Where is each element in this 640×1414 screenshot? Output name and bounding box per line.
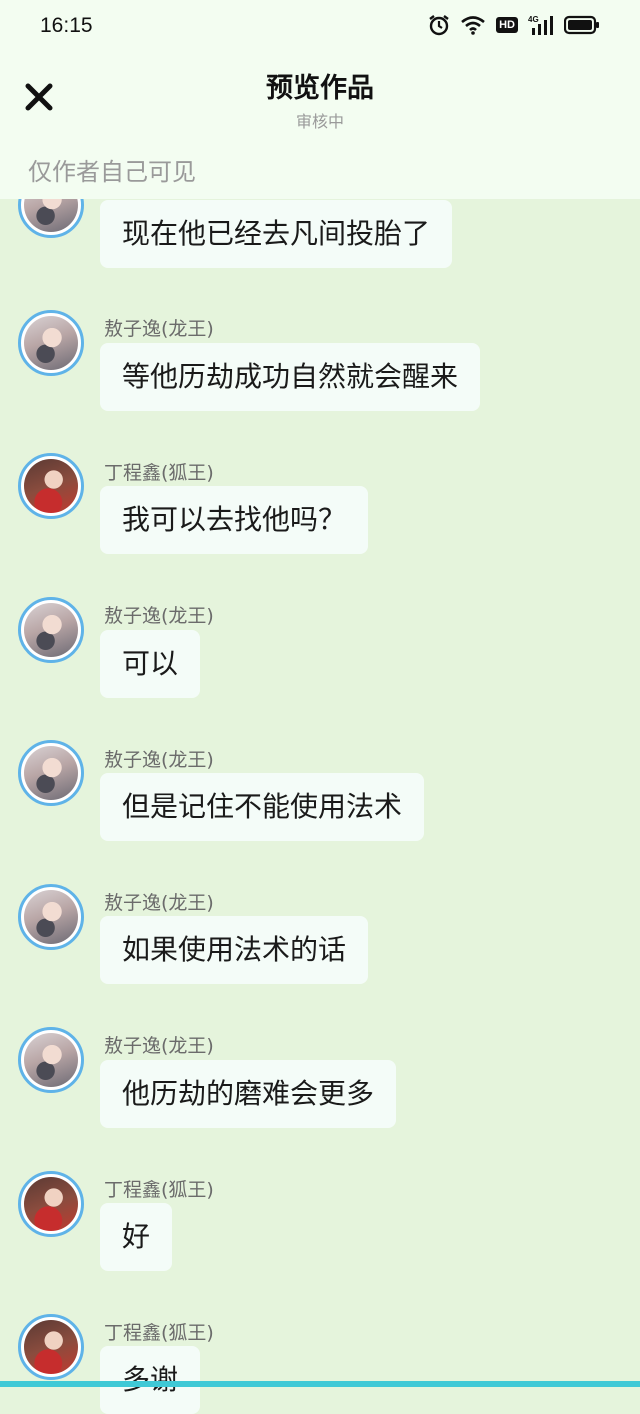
avatar[interactable] [18, 1027, 84, 1093]
network-type-label: 4G [528, 15, 539, 24]
visibility-notice: 仅作者自己可见 [28, 158, 196, 186]
header: 预览作品 审核中 仅作者自己可见 [0, 56, 640, 199]
speaker-name: 丁程鑫(狐王) [104, 1322, 214, 1344]
status-icons: HD 4G [428, 14, 600, 36]
avatar[interactable] [18, 1171, 84, 1237]
message-bubble[interactable]: 他历劫的磨难会更多 [100, 1060, 397, 1128]
message-bubble[interactable]: 但是记住不能使用法术 [100, 773, 425, 841]
message-bubble[interactable]: 等他历劫成功自然就会醒来 [100, 343, 481, 411]
wifi-icon [461, 16, 485, 35]
message-bubble[interactable]: 现在他已经去凡间投胎了 [100, 200, 453, 268]
review-status: 审核中 [295, 112, 344, 131]
message-bubble[interactable]: 如果使用法术的话 [100, 916, 369, 984]
message-bubble[interactable]: 好 [100, 1203, 173, 1271]
speaker-name: 敖子逸(龙王) [104, 1035, 214, 1057]
signal-4g-icon: 4G [528, 15, 553, 35]
speaker-name: 丁程鑫(狐王) [104, 462, 214, 484]
avatar[interactable] [18, 884, 84, 950]
speaker-name: 敖子逸(龙王) [104, 749, 214, 771]
avatar[interactable] [18, 597, 84, 663]
page-title: 预览作品 [266, 73, 374, 104]
avatar[interactable] [18, 310, 84, 376]
avatar[interactable] [18, 1314, 84, 1380]
message-bubble[interactable]: 多谢 [100, 1346, 201, 1414]
speaker-name: 敖子逸(龙王) [104, 605, 214, 627]
speaker-name: 丁程鑫(狐王) [104, 1179, 214, 1201]
status-time: 16:15 [40, 14, 93, 37]
speaker-name: 敖子逸(龙王) [104, 892, 214, 914]
avatar[interactable] [18, 740, 84, 806]
message-bubble[interactable]: 可以 [100, 630, 201, 698]
status-bar: 16:15 HD 4G [0, 0, 640, 56]
message-bubble[interactable]: 我可以去找他吗？ [100, 486, 369, 554]
avatar[interactable] [18, 453, 84, 519]
battery-icon [564, 15, 599, 35]
speaker-name: 敖子逸(龙王) [104, 318, 214, 340]
chat-list[interactable]: 现在他已经去凡间投胎了 敖子逸(龙王) 等他历劫成功自然就会醒来 丁程鑫(狐王)… [0, 0, 640, 1414]
bottom-progress-bar [0, 1381, 640, 1387]
alarm-icon [429, 15, 449, 36]
hd-icon: HD [496, 17, 518, 33]
